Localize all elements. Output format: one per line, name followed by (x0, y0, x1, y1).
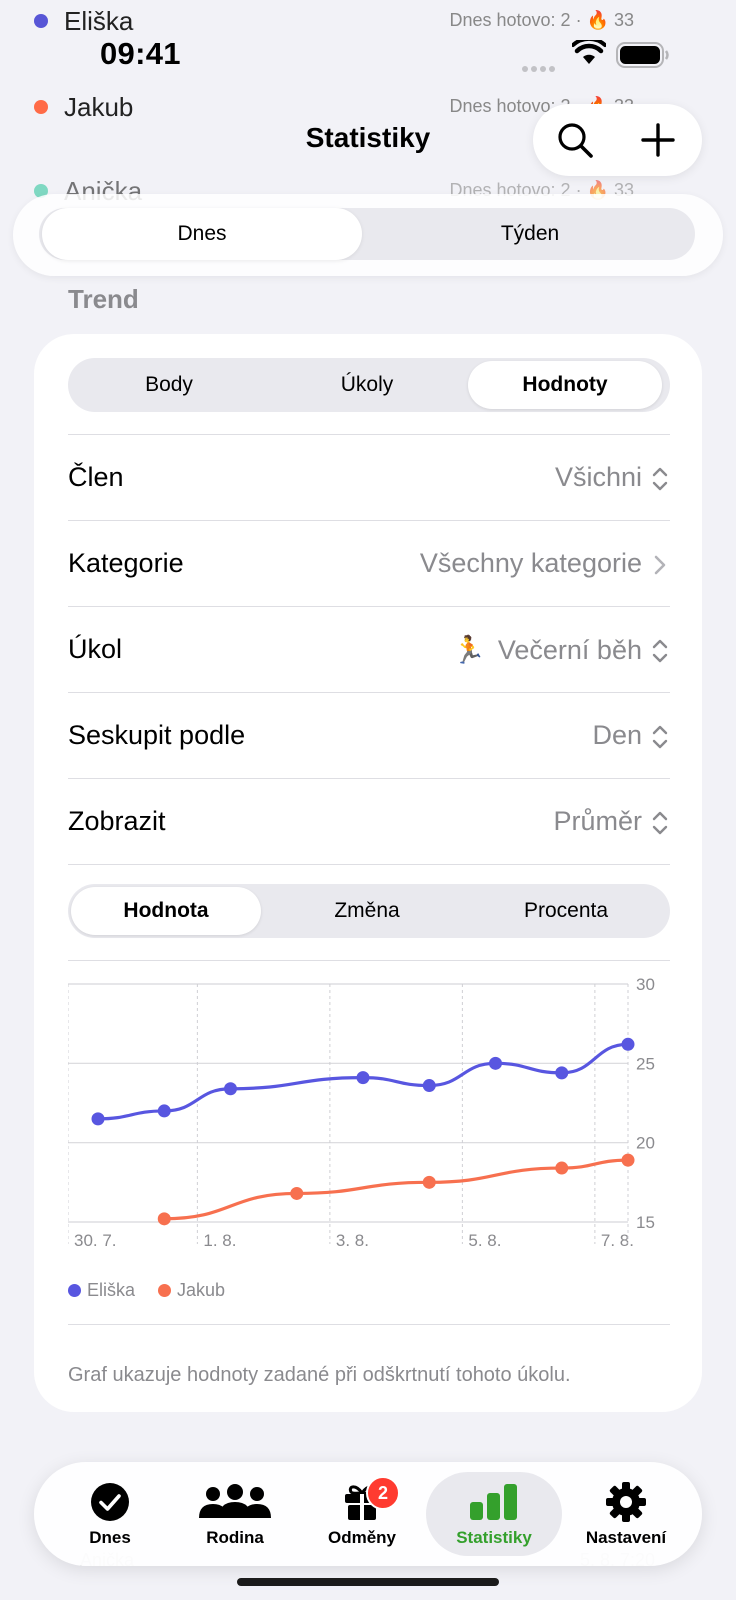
period-segmented-control: Dnes Týden (39, 208, 695, 260)
data-point (422, 1079, 436, 1093)
filter-row-category[interactable]: Kategorie Všechny kategorie (68, 520, 670, 606)
home-indicator (237, 1578, 499, 1586)
tab-label: Statistiky (456, 1528, 532, 1547)
chevron-up-down-icon (652, 639, 668, 663)
tab-bar: Dnes Rodina 2 Odměny Statistiky Nastaven… (34, 1462, 702, 1566)
data-point (157, 1104, 171, 1118)
plus-icon (641, 123, 675, 157)
legend-item-jakub: Jakub (158, 1280, 225, 1301)
display-option-percent[interactable]: Procenta (468, 887, 664, 935)
y-tick-label: 15 (636, 1213, 655, 1232)
battery-icon (616, 42, 669, 68)
status-time: 09:41 (100, 36, 181, 71)
x-tick-label: 1. 8. (203, 1231, 236, 1250)
metric-option-points[interactable]: Body (71, 361, 267, 409)
filter-row-task[interactable]: Úkol 🏃 Večerní běh (68, 606, 670, 692)
x-tick-label: 3. 8. (336, 1231, 369, 1250)
data-point (224, 1082, 237, 1096)
search-button[interactable] (547, 114, 603, 166)
metric-option-values[interactable]: Hodnoty (468, 361, 662, 409)
chart-legend: Eliška Jakub (68, 1280, 243, 1304)
display-option-change[interactable]: Změna (269, 887, 465, 935)
y-tick-label: 30 (636, 975, 655, 994)
tab-label: Odměny (327, 1528, 397, 1547)
tab-family[interactable]: Rodina (167, 1472, 303, 1556)
people-icon (199, 1484, 271, 1518)
wifi-icon (572, 40, 606, 64)
data-point (157, 1212, 171, 1226)
legend-item-eliska: Eliška (68, 1280, 135, 1301)
add-button[interactable] (630, 114, 686, 166)
metric-option-tasks[interactable]: Úkoly (269, 361, 465, 409)
metric-segmented-control: Body Úkoly Hodnoty (68, 358, 670, 412)
filter-value: Večerní běh (497, 635, 642, 665)
x-tick-label: 5. 8. (468, 1231, 501, 1250)
data-point (555, 1161, 569, 1175)
trend-line-chart: 15 20 25 30 30. 7. 1. 8. 3. 8. 5. 8. 7. 8. (68, 975, 655, 1250)
legend-label: Jakub (177, 1280, 226, 1300)
data-point (290, 1186, 304, 1200)
trend-card: Body Úkoly Hodnoty Člen Všichni Kategori… (34, 334, 702, 1412)
filter-label: Člen (68, 462, 124, 492)
tab-today[interactable]: Dnes (42, 1472, 178, 1556)
legend-label: Eliška (87, 1280, 136, 1300)
filter-label: Kategorie (68, 548, 184, 578)
divider (68, 1324, 670, 1325)
tab-label: Nastavení (585, 1528, 667, 1547)
period-segmented-control-container: Dnes Týden (13, 194, 723, 276)
tab-label: Dnes (89, 1528, 131, 1547)
cellular-signal-icon (522, 59, 558, 72)
filter-value: Průměr (553, 806, 642, 836)
display-segmented-control: Hodnota Změna Procenta (68, 884, 670, 938)
filter-value: Všechny kategorie (419, 548, 642, 578)
data-point (422, 1175, 436, 1189)
legend-swatch (158, 1284, 172, 1297)
header-actions (533, 104, 702, 176)
x-tick-label: 30. 7. (74, 1231, 117, 1250)
chevron-up-down-icon (652, 467, 668, 491)
divider (68, 864, 670, 865)
filter-label: Úkol (68, 634, 123, 664)
legend-swatch (68, 1284, 81, 1297)
period-option-today[interactable]: Dnes (42, 208, 362, 260)
tab-label: Rodina (206, 1528, 264, 1547)
search-icon (558, 123, 593, 158)
tab-rewards[interactable]: 2 Odměny (294, 1472, 430, 1556)
data-point (621, 1037, 635, 1051)
member-color-dot (34, 100, 48, 114)
filter-row-group-by[interactable]: Seskupit podle Den (68, 692, 670, 778)
filter-label: Seskupit podle (68, 720, 246, 750)
tab-settings[interactable]: Nastavení (558, 1472, 694, 1556)
filter-value: Den (592, 720, 642, 750)
data-point (621, 1153, 635, 1167)
checkmark-circle-icon (91, 1483, 129, 1521)
status-bar: 09:41 (0, 0, 736, 100)
y-tick-label: 20 (636, 1134, 655, 1153)
filter-value-with-emoji: 🏃 Večerní běh (452, 634, 642, 666)
tab-statistics[interactable]: Statistiky (426, 1472, 562, 1556)
filter-label: Zobrazit (68, 806, 166, 836)
filter-row-member[interactable]: Člen Všichni (68, 434, 670, 520)
chevron-right-icon (654, 555, 666, 575)
data-point (489, 1056, 502, 1070)
chevron-up-down-icon (652, 811, 668, 835)
period-option-week[interactable]: Týden (367, 208, 693, 260)
chart-footnote: Graf ukazuje hodnoty zadané při odškrtnu… (68, 1364, 571, 1386)
x-tick-label: 7. 8. (601, 1231, 634, 1250)
y-tick-label: 25 (636, 1054, 655, 1073)
filter-row-display[interactable]: Zobrazit Průměr (68, 778, 670, 864)
data-point (555, 1066, 569, 1080)
bar-chart-icon (470, 1484, 517, 1520)
rewards-badge: 2 (366, 1476, 400, 1510)
runner-emoji-icon: 🏃 (452, 635, 486, 665)
divider (68, 960, 670, 961)
display-option-value[interactable]: Hodnota (71, 887, 261, 935)
chevron-up-down-icon (652, 725, 668, 749)
data-point (356, 1071, 370, 1085)
section-title-trend: Trend (68, 284, 139, 314)
data-point (91, 1112, 105, 1126)
filter-value: Všichni (554, 462, 642, 492)
gear-icon (606, 1482, 646, 1522)
